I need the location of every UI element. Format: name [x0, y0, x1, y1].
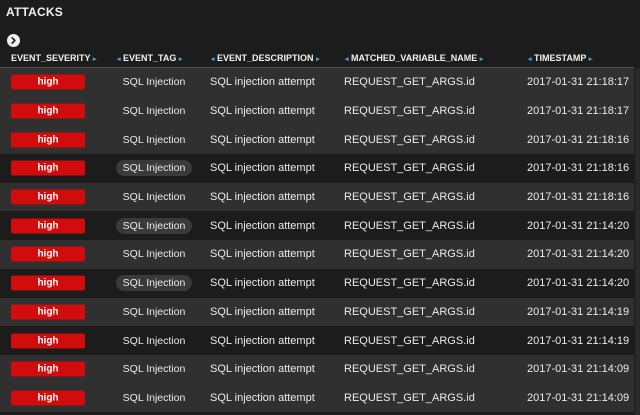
table-row[interactable]: high SQL Injection SQL injection attempt…	[0, 211, 634, 241]
severity-badge: high	[11, 333, 85, 349]
event-description: SQL injection attempt	[210, 191, 315, 204]
event-description: SQL injection attempt	[210, 334, 315, 347]
timestamp: 2017-01-31 21:18:16	[527, 191, 630, 204]
table-row[interactable]: high SQL Injection SQL injection attempt…	[0, 383, 634, 413]
sort-right-icon[interactable]: ▸	[93, 56, 97, 63]
event-tag: SQL Injection	[116, 275, 192, 292]
column-header-label: TIMESTAMP	[534, 53, 587, 63]
matched-variable-name: REQUEST_GET_ARGS.id	[344, 391, 475, 404]
severity-badge: high	[11, 246, 85, 262]
severity-badge: high	[11, 103, 85, 119]
event-description: SQL injection attempt	[210, 363, 315, 376]
chevron-right-icon	[11, 36, 16, 45]
sort-left-icon[interactable]: ◂	[117, 56, 121, 63]
column-header-timestamp[interactable]: ◂ TIMESTAMP ▸	[528, 53, 592, 63]
sort-left-icon[interactable]: ◂	[528, 56, 532, 63]
sort-right-icon[interactable]: ▸	[480, 56, 484, 63]
sort-left-icon[interactable]: ◂	[211, 56, 215, 63]
matched-variable-name: REQUEST_GET_ARGS.id	[344, 277, 475, 290]
table-row[interactable]: high SQL Injection SQL injection attempt…	[0, 326, 634, 355]
column-header-label: EVENT_DESCRIPTION	[217, 53, 314, 63]
table-row[interactable]: high SQL Injection SQL injection attempt…	[0, 125, 634, 155]
event-tag: SQL Injection	[122, 191, 186, 204]
matched-variable-name: REQUEST_GET_ARGS.id	[344, 133, 475, 146]
severity-badge: high	[11, 390, 85, 406]
table-row[interactable]: high SQL Injection SQL injection attempt…	[0, 268, 634, 298]
matched-variable-name: REQUEST_GET_ARGS.id	[344, 105, 475, 118]
sort-right-icon[interactable]: ▸	[589, 56, 593, 63]
timestamp: 2017-01-31 21:18:16	[527, 162, 630, 175]
column-header-event-tag[interactable]: ◂ EVENT_TAG ▸	[117, 53, 182, 63]
severity-badge: high	[11, 189, 85, 205]
event-tag: SQL Injection	[122, 334, 186, 347]
table-row[interactable]: high SQL Injection SQL injection attempt…	[0, 354, 634, 384]
event-description: SQL injection attempt	[210, 162, 315, 175]
matched-variable-name: REQUEST_GET_ARGS.id	[344, 248, 475, 261]
event-tag: SQL Injection	[122, 391, 186, 404]
timestamp: 2017-01-31 21:14:19	[527, 334, 630, 347]
timestamp: 2017-01-31 21:14:20	[527, 219, 630, 232]
event-description: SQL injection attempt	[210, 133, 315, 146]
matched-variable-name: REQUEST_GET_ARGS.id	[344, 334, 475, 347]
scrollbar[interactable]	[635, 68, 640, 415]
matched-variable-name: REQUEST_GET_ARGS.id	[344, 363, 475, 376]
event-description: SQL injection attempt	[210, 391, 315, 404]
table-header: EVENT_SEVERITY ▸ ◂ EVENT_TAG ▸ ◂ EVENT_D…	[0, 50, 634, 68]
table-row[interactable]: high SQL Injection SQL injection attempt…	[0, 154, 634, 183]
timestamp: 2017-01-31 21:14:19	[527, 305, 630, 318]
event-tag: SQL Injection	[122, 76, 186, 89]
sort-right-icon[interactable]: ▸	[179, 56, 183, 63]
column-header-label: EVENT_TAG	[123, 53, 177, 63]
matched-variable-name: REQUEST_GET_ARGS.id	[344, 219, 475, 232]
column-header-matched-variable-name[interactable]: ◂ MATCHED_VARIABLE_NAME ▸	[345, 53, 483, 63]
event-description: SQL injection attempt	[210, 219, 315, 232]
column-header-label: EVENT_SEVERITY	[11, 53, 91, 63]
column-header-event-description[interactable]: ◂ EVENT_DESCRIPTION ▸	[211, 53, 320, 63]
event-description: SQL injection attempt	[210, 105, 315, 118]
severity-badge: high	[11, 74, 85, 90]
sort-left-icon[interactable]: ◂	[345, 56, 349, 63]
severity-badge: high	[11, 132, 85, 148]
matched-variable-name: REQUEST_GET_ARGS.id	[344, 305, 475, 318]
column-header-event-severity[interactable]: EVENT_SEVERITY ▸	[11, 53, 96, 63]
event-tag: SQL Injection	[122, 305, 186, 318]
event-description: SQL injection attempt	[210, 248, 315, 261]
timestamp: 2017-01-31 21:14:20	[527, 248, 630, 261]
event-tag: SQL Injection	[122, 105, 186, 118]
table-row[interactable]: high SQL Injection SQL injection attempt…	[0, 240, 634, 269]
timestamp: 2017-01-31 21:14:20	[527, 277, 630, 290]
matched-variable-name: REQUEST_GET_ARGS.id	[344, 76, 475, 89]
event-tag: SQL Injection	[122, 363, 186, 376]
event-description: SQL injection attempt	[210, 76, 315, 89]
table-row[interactable]: high SQL Injection SQL injection attempt…	[0, 297, 634, 327]
event-tag: SQL Injection	[122, 133, 186, 146]
matched-variable-name: REQUEST_GET_ARGS.id	[344, 191, 475, 204]
column-header-label: MATCHED_VARIABLE_NAME	[351, 53, 478, 63]
attacks-table-body: high SQL Injection SQL injection attempt…	[0, 68, 634, 413]
timestamp: 2017-01-31 21:14:09	[527, 363, 630, 376]
panel-title: ATTACKS	[6, 5, 63, 19]
event-description: SQL injection attempt	[210, 277, 315, 290]
severity-badge: high	[11, 361, 85, 377]
severity-badge: high	[11, 160, 85, 176]
event-description: SQL injection attempt	[210, 305, 315, 318]
expand-chevron-icon[interactable]	[7, 34, 20, 47]
severity-badge: high	[11, 304, 85, 320]
severity-badge: high	[11, 275, 85, 291]
timestamp: 2017-01-31 21:18:16	[527, 133, 630, 146]
timestamp: 2017-01-31 21:18:17	[527, 105, 630, 118]
event-tag: SQL Injection	[122, 248, 186, 261]
severity-badge: high	[11, 218, 85, 234]
table-row[interactable]: high SQL Injection SQL injection attempt…	[0, 96, 634, 126]
timestamp: 2017-01-31 21:18:17	[527, 76, 630, 89]
event-tag: SQL Injection	[116, 217, 192, 234]
matched-variable-name: REQUEST_GET_ARGS.id	[344, 162, 475, 175]
table-row[interactable]: high SQL Injection SQL injection attempt…	[0, 68, 634, 97]
event-tag: SQL Injection	[116, 160, 192, 177]
table-row[interactable]: high SQL Injection SQL injection attempt…	[0, 182, 634, 212]
timestamp: 2017-01-31 21:14:09	[527, 391, 630, 404]
sort-right-icon[interactable]: ▸	[316, 56, 320, 63]
